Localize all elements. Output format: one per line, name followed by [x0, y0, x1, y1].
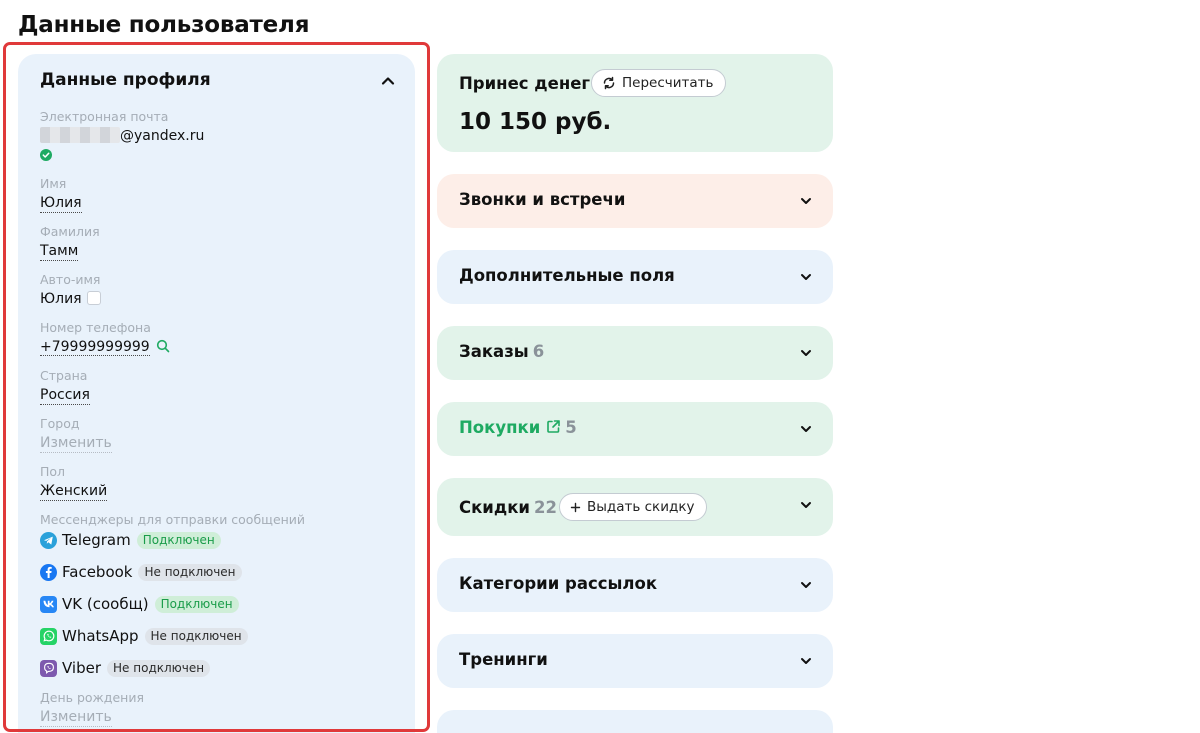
plus-icon: [570, 502, 581, 512]
section-title: Категории рассылок: [459, 574, 658, 593]
chevron-down-icon: [801, 502, 811, 508]
chevron-down-icon: [801, 582, 811, 588]
chevron-down-icon: [801, 198, 811, 204]
orders-count: 6: [532, 342, 545, 361]
section-title-text[interactable]: Покупки: [459, 418, 540, 437]
section-additional-fields[interactable]: Дополнительные поля: [437, 250, 833, 304]
section-title-text: Заказы: [459, 342, 529, 361]
section-calls-meetings[interactable]: Звонки и встречи: [437, 174, 833, 228]
refresh-icon: [603, 76, 615, 90]
section-title: Покупки 5: [459, 418, 577, 437]
section-title-text: Скидки: [459, 498, 530, 517]
money-card-title: Принес денег: [459, 74, 591, 93]
give-discount-button[interactable]: Выдать скидку: [559, 493, 708, 521]
section-trainings[interactable]: Тренинги: [437, 634, 833, 688]
section-cut-off[interactable]: [437, 710, 833, 733]
highlight-frame: [3, 42, 430, 732]
external-link-icon[interactable]: [546, 419, 561, 434]
money-amount: 10 150 руб.: [459, 109, 612, 135]
chevron-down-icon: [801, 658, 811, 664]
section-title: Заказы 6: [459, 342, 544, 361]
section-discounts[interactable]: Скидки 22 Выдать скидку: [437, 478, 833, 536]
recalculate-label: Пересчитать: [622, 75, 714, 91]
page-title: Данные пользователя: [18, 12, 310, 38]
discounts-count: 22: [533, 498, 557, 517]
chevron-down-icon: [801, 350, 811, 356]
chevron-down-icon: [801, 274, 811, 280]
section-orders[interactable]: Заказы 6: [437, 326, 833, 380]
section-purchases[interactable]: Покупки 5: [437, 402, 833, 456]
purchases-count: 5: [565, 418, 577, 437]
section-title: Скидки 22: [459, 498, 557, 517]
section-title: Звонки и встречи: [459, 190, 626, 209]
chevron-down-icon: [801, 426, 811, 432]
money-card: Принес денег Пересчитать 10 150 руб.: [437, 54, 833, 152]
section-title: Дополнительные поля: [459, 266, 675, 285]
give-discount-label: Выдать скидку: [587, 499, 695, 515]
recalculate-button[interactable]: Пересчитать: [591, 69, 727, 97]
section-mailing-categories[interactable]: Категории рассылок: [437, 558, 833, 612]
section-title: Тренинги: [459, 650, 548, 669]
